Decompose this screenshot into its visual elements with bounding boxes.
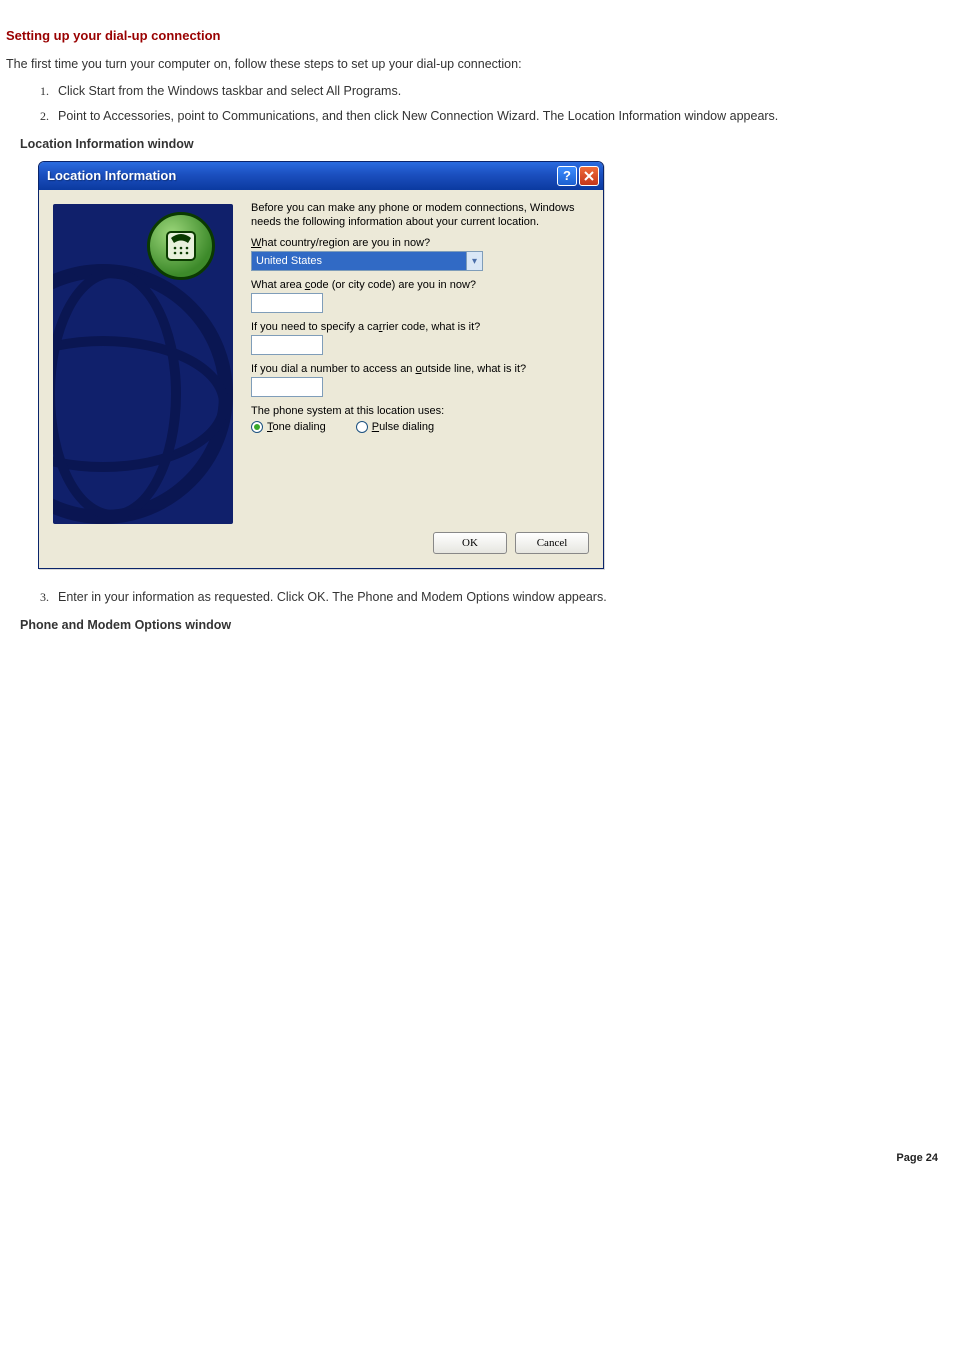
cancel-button[interactable]: Cancel [515, 532, 589, 554]
label-text: If you dial a number to access an [251, 363, 415, 375]
outside-line-input[interactable] [251, 377, 323, 397]
country-value: United States [256, 255, 322, 267]
radio-label: Tone dialing [267, 421, 326, 433]
page-footer: Page 24 [6, 1152, 948, 1176]
help-icon[interactable]: ? [557, 166, 577, 186]
phone-icon [147, 212, 215, 280]
step-item: Point to Accessories, point to Communica… [52, 108, 948, 125]
phone-system-label: The phone system at this location uses: [251, 405, 589, 417]
help-glyph: ? [563, 168, 571, 183]
country-select[interactable]: United States ▾ [251, 251, 483, 271]
label-text: If you need to specify a ca [251, 321, 379, 333]
chevron-down-icon: ▾ [466, 252, 482, 270]
radio-icon [251, 421, 263, 433]
dialog-titlebar[interactable]: Location Information ? [39, 162, 603, 190]
country-label: What country/region are you in now? [251, 237, 589, 249]
pulse-dialing-radio[interactable]: Pulse dialing [356, 421, 434, 433]
close-icon[interactable] [579, 166, 599, 186]
globe-icon [53, 264, 233, 524]
radio-icon [356, 421, 368, 433]
steps-list-b: Enter in your information as requested. … [6, 589, 948, 606]
area-code-input[interactable] [251, 293, 323, 313]
label-text: one dialing [273, 421, 326, 433]
access-key: P [372, 421, 379, 433]
tone-dialing-radio[interactable]: Tone dialing [251, 421, 326, 433]
figure-caption-1: Location Information window [20, 137, 948, 151]
step-item: Click Start from the Windows taskbar and… [52, 83, 948, 100]
intro-text: The first time you turn your computer on… [6, 57, 948, 71]
label-text: ode (or city code) are you in now? [310, 279, 476, 291]
figure-caption-2: Phone and Modem Options window [20, 618, 948, 632]
label-text: ulse dialing [379, 421, 434, 433]
carrier-code-input[interactable] [251, 335, 323, 355]
label-text: utside line, what is it? [422, 363, 527, 375]
label-text: hat country/region are you in now? [261, 237, 430, 249]
area-code-label: What area code (or city code) are you in… [251, 279, 589, 291]
steps-list-a: Click Start from the Windows taskbar and… [6, 83, 948, 125]
section-title: Setting up your dial-up connection [6, 28, 948, 43]
step-item: Enter in your information as requested. … [52, 589, 948, 606]
ok-button[interactable]: OK [433, 532, 507, 554]
outside-line-label: If you dial a number to access an outsid… [251, 363, 589, 375]
dialog-intro-text: Before you can make any phone or modem c… [251, 202, 589, 230]
dialog-artwork [53, 204, 233, 524]
carrier-code-label: If you need to specify a carrier code, w… [251, 321, 589, 333]
label-text: rier code, what is it? [382, 321, 480, 333]
radio-label: Pulse dialing [372, 421, 434, 433]
label-text: What area [251, 279, 305, 291]
access-key: W [251, 237, 261, 249]
location-information-dialog: Location Information ? [38, 161, 604, 569]
dialog-title: Location Information [47, 168, 176, 183]
